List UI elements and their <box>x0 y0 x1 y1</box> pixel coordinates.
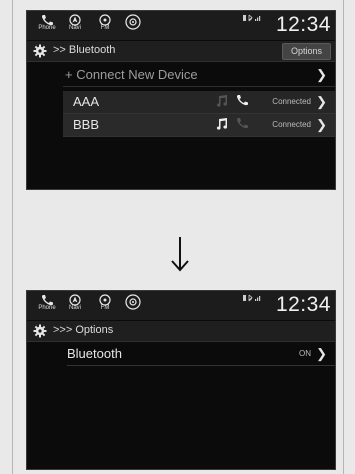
connection-status: Connected <box>272 120 311 129</box>
title-bar: >> Bluetooth Options <box>27 41 335 62</box>
status-bar: Phone Navi FM 12:34 <box>27 11 335 40</box>
connection-status: Connected <box>272 97 311 106</box>
device-row[interactable]: BBB Connected ❯ <box>63 114 335 137</box>
fm-label: FM <box>100 305 110 311</box>
audio-shortcut[interactable] <box>121 294 145 318</box>
fm-shortcut[interactable]: FM <box>93 14 117 38</box>
options-screen: Phone Navi FM 12:34 >>> Options Bluetoot… <box>26 290 336 470</box>
status-bar: Phone Navi FM 12:34 <box>27 291 335 320</box>
phone-icon <box>236 95 248 106</box>
chevron-right-icon: ❯ <box>316 94 327 109</box>
breadcrumb: >> Bluetooth <box>53 44 116 56</box>
bluetooth-indicator-icon <box>243 294 261 302</box>
fm-shortcut[interactable]: FM <box>93 294 117 318</box>
fm-label: FM <box>100 25 110 31</box>
navi-label: Navi <box>68 25 81 31</box>
options-button[interactable]: Options <box>281 43 331 60</box>
phone-shortcut[interactable]: Phone <box>35 14 59 38</box>
bluetooth-setting-value: ON <box>299 349 311 358</box>
phone-icon <box>236 118 248 129</box>
connect-new-device-label: + Connect New Device <box>65 67 198 82</box>
navi-label: Navi <box>68 305 81 311</box>
clock: 12:34 <box>275 293 331 316</box>
chevron-right-icon: ❯ <box>316 346 327 361</box>
settings-gear-icon <box>33 44 47 58</box>
music-note-icon <box>216 118 228 130</box>
title-bar: >>> Options <box>27 321 335 342</box>
settings-gear-icon <box>33 324 47 338</box>
down-arrow-icon <box>171 237 189 272</box>
phone-label: Phone <box>38 305 56 311</box>
clock: 12:34 <box>275 13 331 36</box>
signal-indicators <box>243 294 261 304</box>
bluetooth-indicator-icon <box>243 14 261 22</box>
phone-shortcut[interactable]: Phone <box>35 294 59 318</box>
audio-source-icon <box>125 14 141 30</box>
signal-indicators <box>243 14 261 24</box>
navi-shortcut[interactable]: Navi <box>63 14 87 38</box>
device-row[interactable]: AAA Connected ❯ <box>63 91 335 114</box>
device-name: AAA <box>73 94 100 109</box>
bluetooth-setting-row[interactable]: Bluetooth ON ❯ <box>67 343 335 366</box>
chevron-right-icon: ❯ <box>316 67 327 82</box>
music-note-icon <box>216 95 228 107</box>
bluetooth-setting-label: Bluetooth <box>67 346 122 361</box>
connect-new-device-row[interactable]: + Connect New Device ❯ <box>63 64 335 87</box>
audio-shortcut[interactable] <box>121 14 145 38</box>
bluetooth-screen: Phone Navi FM 12:34 >> Bluetooth Options… <box>26 10 336 190</box>
breadcrumb: >>> Options <box>53 324 114 336</box>
audio-source-icon <box>125 294 141 310</box>
chevron-right-icon: ❯ <box>316 117 327 132</box>
phone-label: Phone <box>38 25 56 31</box>
device-name: BBB <box>73 117 100 132</box>
navi-shortcut[interactable]: Navi <box>63 294 87 318</box>
